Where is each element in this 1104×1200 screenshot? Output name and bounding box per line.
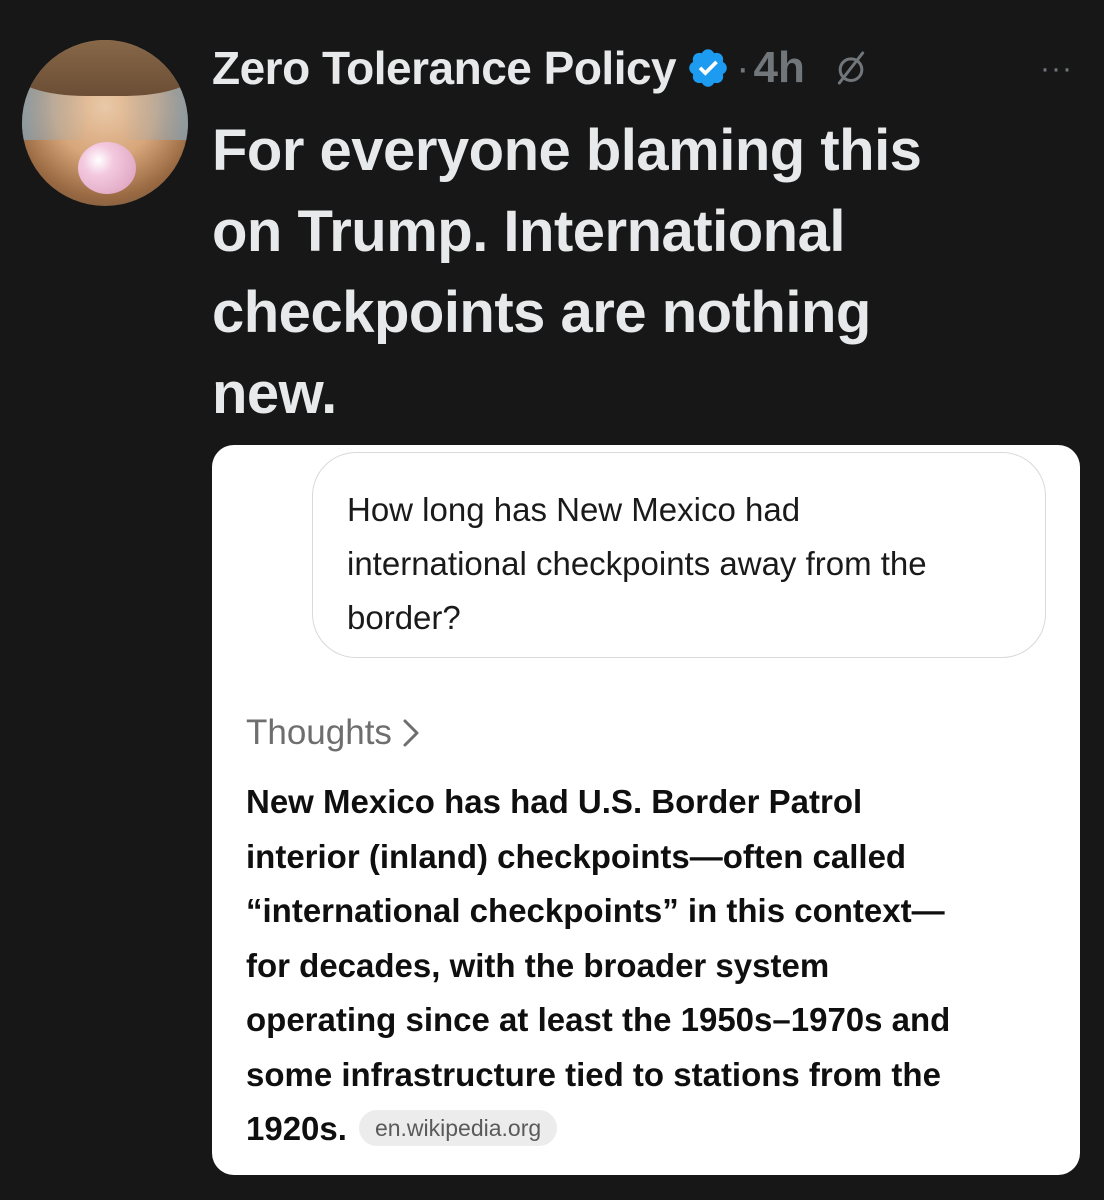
answer-line: some infrastructure tied to stations fro… bbox=[246, 1055, 941, 1093]
source-link-pill[interactable]: en.wikipedia.org bbox=[358, 1110, 558, 1146]
user-question-bubble: How long has New Mexico had internationa… bbox=[312, 452, 1046, 658]
grok-icon[interactable] bbox=[831, 48, 871, 88]
post-text: For everyone blaming this on Trump. Inte… bbox=[212, 110, 1072, 434]
question-line: international checkpoints away from the bbox=[347, 545, 927, 582]
post-timestamp[interactable]: 4h bbox=[753, 43, 804, 93]
post-text-line: on Trump. International bbox=[212, 199, 845, 264]
question-line: border? bbox=[347, 599, 461, 636]
answer-line: operating since at least the 1950s–1970s… bbox=[246, 1001, 951, 1038]
thoughts-label: Thoughts bbox=[246, 713, 392, 752]
answer-line: for decades, with the broader system bbox=[246, 946, 830, 984]
more-options-icon[interactable]: ··· bbox=[1040, 52, 1073, 86]
answer-line: New Mexico has had U.S. Border Patrol bbox=[246, 783, 863, 820]
chevron-right-icon bbox=[403, 719, 419, 747]
question-line: How long has New Mexico had bbox=[347, 491, 801, 528]
attached-screenshot-card[interactable]: How long has New Mexico had internationa… bbox=[212, 445, 1080, 1175]
thoughts-toggle[interactable]: Thoughts bbox=[246, 713, 420, 753]
answer-line: “international checkpoints” in this cont… bbox=[246, 892, 945, 929]
post-header: Zero Tolerance Policy · 4h bbox=[212, 38, 871, 98]
post-text-line: new. bbox=[212, 361, 337, 426]
author-name[interactable]: Zero Tolerance Policy bbox=[212, 41, 677, 95]
avatar-bubblegum bbox=[78, 142, 136, 194]
assistant-answer: New Mexico has had U.S. Border Patrol in… bbox=[246, 775, 1056, 1157]
post-text-line: For everyone blaming this bbox=[212, 118, 922, 183]
author-avatar[interactable] bbox=[22, 40, 188, 206]
avatar-hat bbox=[22, 40, 188, 96]
verified-badge-icon bbox=[689, 49, 727, 87]
answer-line: 1920s. bbox=[246, 1110, 347, 1147]
answer-line-last: 1920s. en.wikipedia.org bbox=[246, 1102, 1056, 1157]
post-text-line: checkpoints are nothing bbox=[212, 280, 871, 345]
header-separator: · bbox=[736, 45, 750, 90]
answer-line: interior (inland) checkpoints—often call… bbox=[246, 837, 907, 875]
